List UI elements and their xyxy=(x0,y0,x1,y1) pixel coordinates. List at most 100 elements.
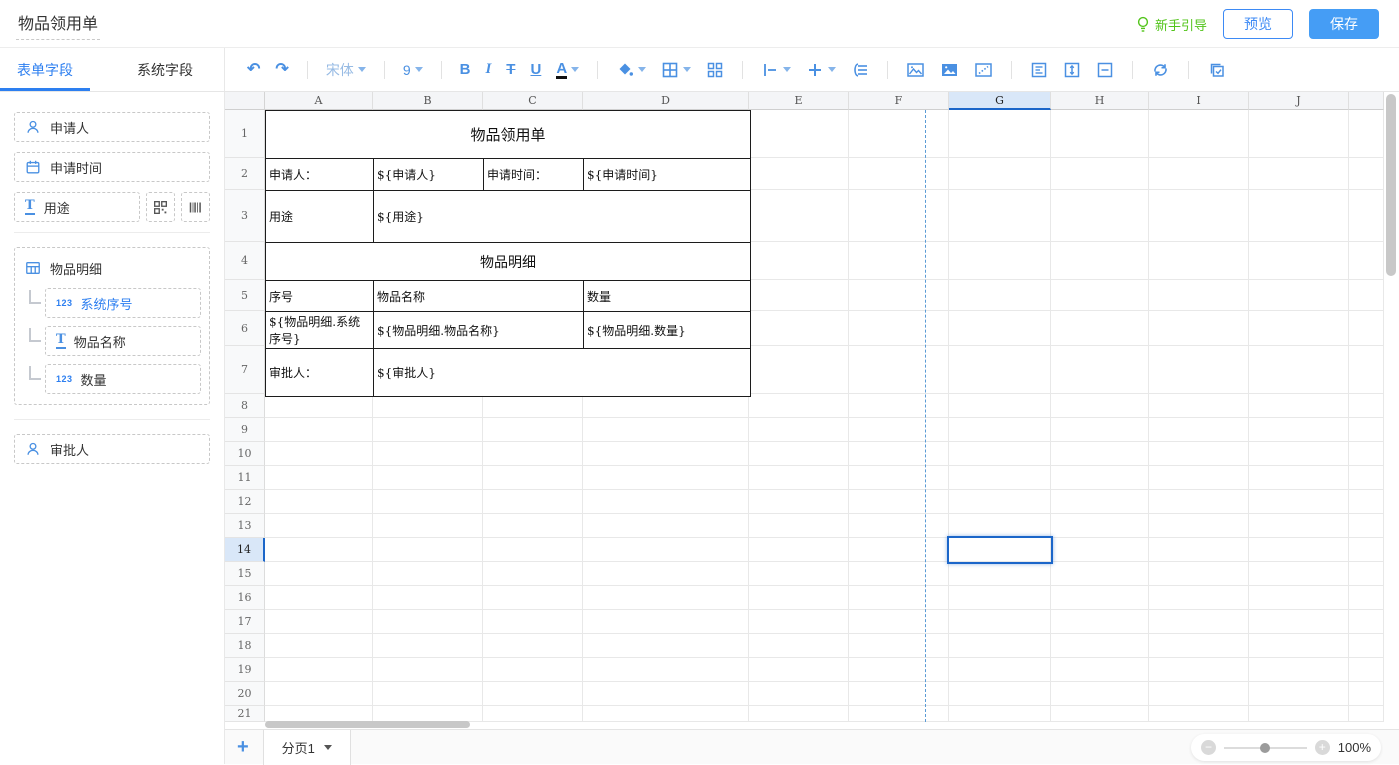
grid-cell[interactable] xyxy=(265,682,373,706)
row-header-15[interactable]: 15 xyxy=(225,562,265,586)
grid-cell[interactable] xyxy=(483,418,583,442)
grid-cell[interactable] xyxy=(1149,394,1249,418)
grid-cell[interactable] xyxy=(849,346,949,394)
grid-cell[interactable] xyxy=(1249,706,1349,722)
grid-cell[interactable] xyxy=(1149,586,1249,610)
field-item-item-name[interactable]: T 物品名称 xyxy=(45,326,201,356)
grid-cell[interactable] xyxy=(1249,394,1349,418)
bold-button[interactable]: B xyxy=(460,56,471,84)
grid-cell[interactable] xyxy=(949,280,1051,311)
preview-button[interactable]: 预览 xyxy=(1223,9,1293,39)
row-header-8[interactable]: 8 xyxy=(225,394,265,418)
row-header-1[interactable]: 1 xyxy=(225,110,265,158)
row-header-16[interactable]: 16 xyxy=(225,586,265,610)
grid-cell[interactable] xyxy=(1149,658,1249,682)
grid-cell[interactable] xyxy=(849,311,949,346)
grid-cell[interactable] xyxy=(1249,311,1349,346)
grid-cell[interactable] xyxy=(849,190,949,242)
cell-A2[interactable]: 申请人： xyxy=(266,159,374,191)
grid-cell[interactable] xyxy=(949,394,1051,418)
grid-cell[interactable] xyxy=(1051,562,1149,586)
grid-cell[interactable] xyxy=(1051,706,1149,722)
grid-cell[interactable] xyxy=(1051,418,1149,442)
document-title[interactable]: 物品领用单 xyxy=(16,8,100,40)
insert-image-button[interactable] xyxy=(906,56,925,84)
grid-cell[interactable] xyxy=(583,610,749,634)
grid-cell[interactable] xyxy=(1249,466,1349,490)
grid-cell[interactable] xyxy=(583,442,749,466)
column-header-I[interactable]: I xyxy=(1149,92,1249,110)
grid-cell[interactable] xyxy=(583,658,749,682)
grid-cell[interactable] xyxy=(265,442,373,466)
grid-cell[interactable] xyxy=(1349,311,1384,346)
grid-cell[interactable] xyxy=(949,682,1051,706)
grid-cell[interactable] xyxy=(1349,658,1384,682)
grid-cell[interactable] xyxy=(1349,466,1384,490)
grid-cell[interactable] xyxy=(849,634,949,658)
grid-cell[interactable] xyxy=(849,586,949,610)
row-header-3[interactable]: 3 xyxy=(225,190,265,242)
grid-cell[interactable] xyxy=(1349,706,1384,722)
grid-cell[interactable] xyxy=(373,706,483,722)
tab-form-fields[interactable]: 表单字段 xyxy=(0,48,90,91)
grid-cell[interactable] xyxy=(265,514,373,538)
grid-cell[interactable] xyxy=(265,706,373,722)
background-image-button[interactable] xyxy=(940,56,959,84)
field-item-serial[interactable]: 123 系统序号 xyxy=(45,288,201,318)
grid-cell[interactable] xyxy=(483,466,583,490)
vertical-scrollbar[interactable] xyxy=(1386,94,1396,276)
grid-cell[interactable] xyxy=(265,490,373,514)
column-header-C[interactable]: C xyxy=(483,92,583,110)
grid-cell[interactable] xyxy=(1349,394,1384,418)
grid-cell[interactable] xyxy=(949,490,1051,514)
copy-check-button[interactable] xyxy=(1207,56,1226,84)
grid-cell[interactable] xyxy=(265,658,373,682)
grid-cell[interactable] xyxy=(1349,586,1384,610)
grid-cell[interactable] xyxy=(483,634,583,658)
grid-cell[interactable] xyxy=(1249,490,1349,514)
cell-D2[interactable]: ${申请时间} xyxy=(584,159,751,191)
grid-cell[interactable] xyxy=(483,658,583,682)
grid-cell[interactable] xyxy=(949,311,1051,346)
grid-cell[interactable] xyxy=(1149,490,1249,514)
insert-plus-button[interactable] xyxy=(806,56,836,84)
cell-B5[interactable]: 物品名称 xyxy=(374,281,584,312)
grid-cell[interactable] xyxy=(1349,442,1384,466)
grid-cell[interactable] xyxy=(483,562,583,586)
grid-cell[interactable] xyxy=(1349,490,1384,514)
grid-cell[interactable] xyxy=(1051,346,1149,394)
grid-cell[interactable] xyxy=(1349,242,1384,280)
grid-cell[interactable] xyxy=(849,562,949,586)
row-header-21[interactable]: 21 xyxy=(225,706,265,722)
grid-cell[interactable] xyxy=(373,394,483,418)
grid-cell[interactable] xyxy=(1249,242,1349,280)
grid-cell[interactable] xyxy=(483,706,583,722)
row-header-6[interactable]: 6 xyxy=(225,311,265,346)
grid-cell[interactable] xyxy=(749,110,849,158)
grid-cell[interactable] xyxy=(483,490,583,514)
column-header-H[interactable]: H xyxy=(1051,92,1149,110)
grid-cell[interactable] xyxy=(1051,394,1149,418)
grid-cell[interactable] xyxy=(1149,242,1249,280)
cell-A7[interactable]: 审批人： xyxy=(266,349,374,397)
grid-cell[interactable] xyxy=(1051,190,1149,242)
grid-cell[interactable] xyxy=(849,466,949,490)
grid-cell[interactable] xyxy=(749,658,849,682)
row-header-7[interactable]: 7 xyxy=(225,346,265,394)
grid-cell[interactable] xyxy=(1149,346,1249,394)
grid-cell[interactable] xyxy=(373,586,483,610)
grid-cell[interactable] xyxy=(1249,190,1349,242)
undo-button[interactable]: ↶ xyxy=(247,56,260,84)
cell-B2[interactable]: ${申请人} xyxy=(374,159,484,191)
align-button[interactable] xyxy=(761,56,791,84)
column-header-stub[interactable] xyxy=(1349,92,1384,110)
grid-cell[interactable] xyxy=(1149,514,1249,538)
grid-cell[interactable] xyxy=(483,610,583,634)
grid-cell[interactable] xyxy=(749,190,849,242)
grid-cell[interactable] xyxy=(849,538,949,562)
grid-cell[interactable] xyxy=(849,442,949,466)
grid-cell[interactable] xyxy=(583,490,749,514)
grid-cell[interactable] xyxy=(373,538,483,562)
grid-cell[interactable] xyxy=(1249,682,1349,706)
grid-cell[interactable] xyxy=(1149,110,1249,158)
